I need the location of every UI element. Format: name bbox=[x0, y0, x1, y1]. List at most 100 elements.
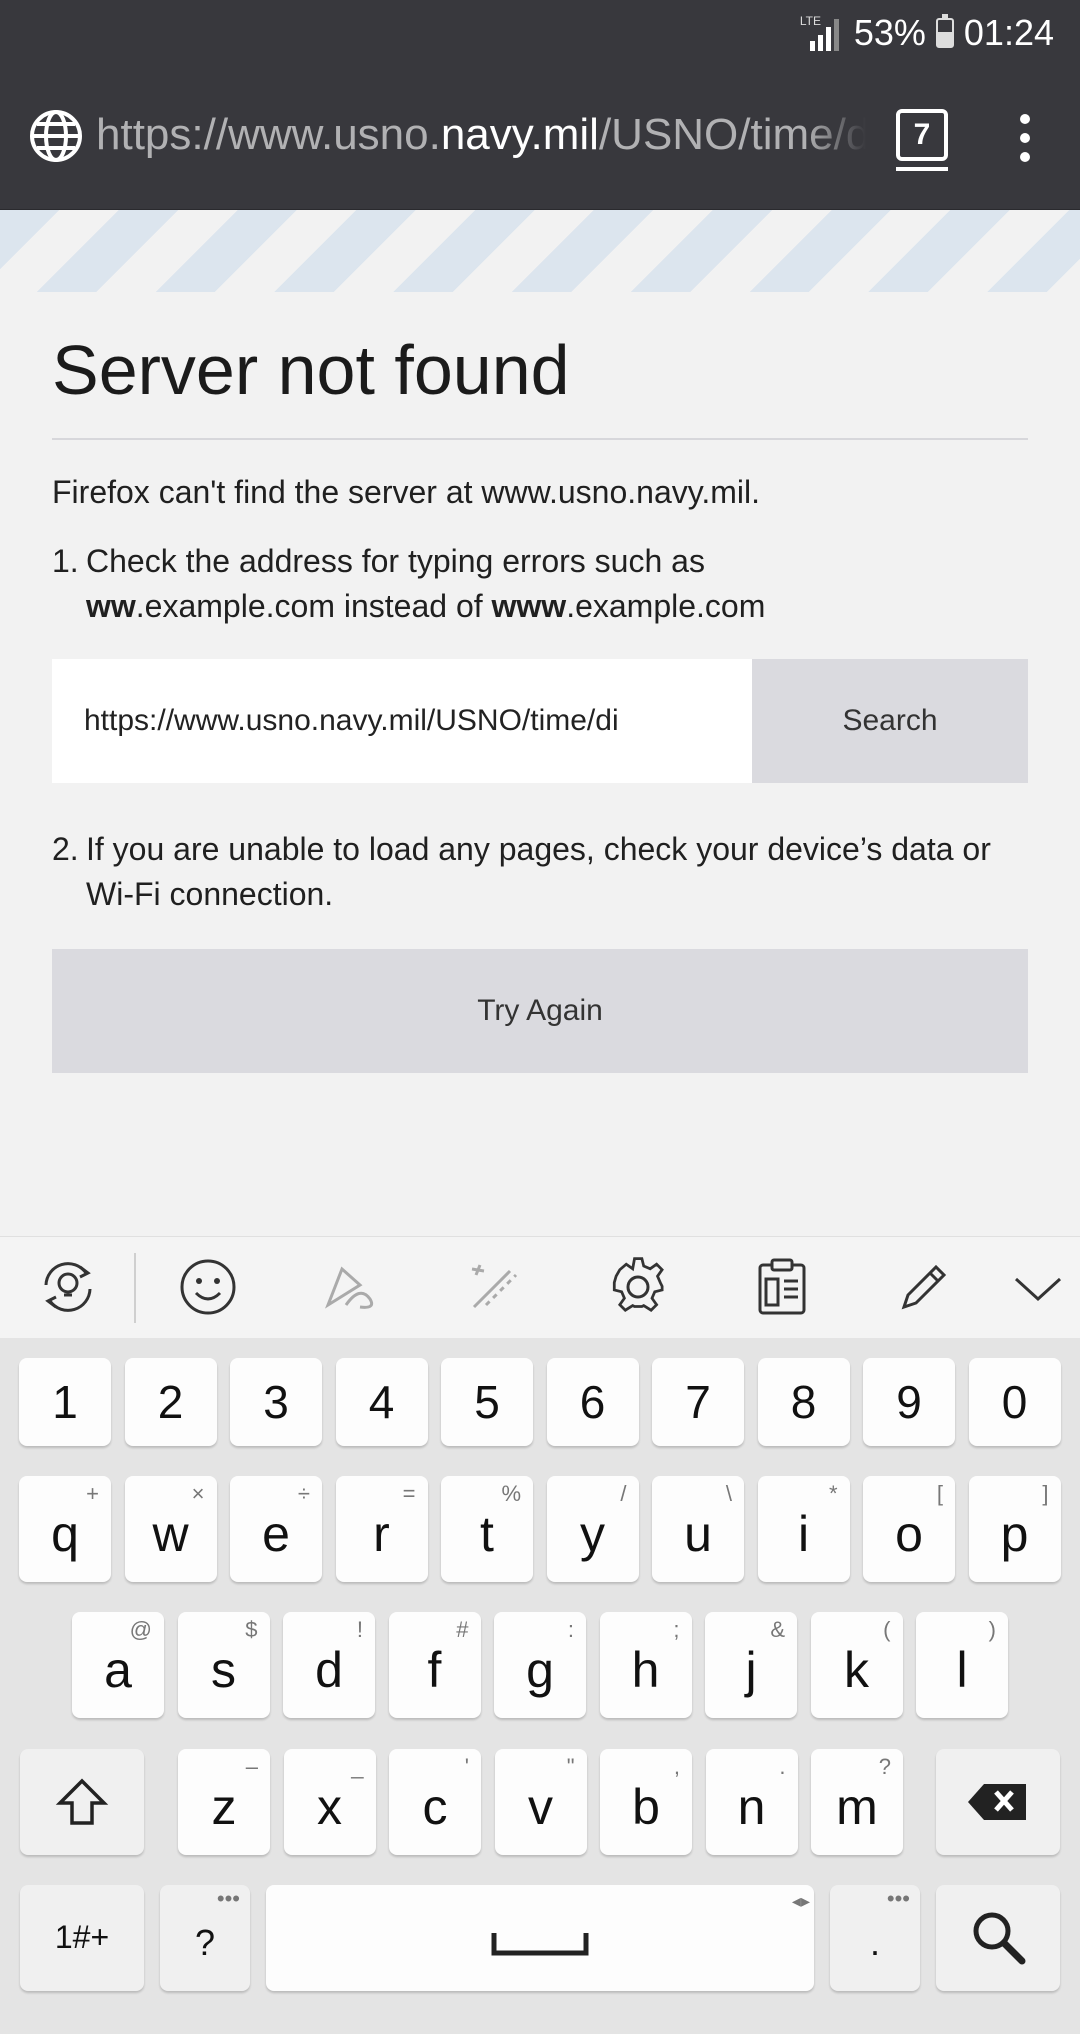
suggestion-1: 1. Check the address for typing errors s… bbox=[52, 539, 1028, 629]
key[interactable]: = r bbox=[335, 1476, 428, 1582]
key[interactable]: 5 bbox=[441, 1358, 533, 1446]
key-label: g bbox=[526, 1642, 554, 1698]
key-label: m bbox=[836, 1779, 878, 1835]
settings-icon[interactable] bbox=[606, 1255, 670, 1319]
backspace-icon bbox=[968, 1784, 1026, 1820]
key[interactable]: $ s bbox=[177, 1612, 270, 1718]
suggestion-text: Check the address for typing errors such… bbox=[86, 539, 765, 629]
key[interactable]: – z bbox=[178, 1749, 270, 1855]
key[interactable]: 4 bbox=[335, 1358, 428, 1446]
handwriting-icon[interactable] bbox=[320, 1255, 384, 1319]
search-input[interactable]: https://www.usno.navy.mil/USNO/time/di bbox=[52, 659, 752, 783]
key-label: x bbox=[317, 1779, 342, 1835]
key[interactable]: ; h bbox=[599, 1612, 692, 1718]
toolbar-separator bbox=[134, 1253, 136, 1323]
key-label: h bbox=[631, 1642, 660, 1698]
clipboard-icon[interactable] bbox=[750, 1255, 814, 1319]
key-label: i bbox=[797, 1506, 810, 1562]
status-indicators: LTE 53% 01:24 bbox=[800, 8, 1054, 58]
key[interactable]: ' c bbox=[389, 1749, 481, 1855]
key[interactable]: " v bbox=[494, 1749, 587, 1855]
search-key[interactable] bbox=[936, 1885, 1060, 1991]
suggestion-text-a: Check the address for typing errors such… bbox=[86, 543, 705, 579]
key-label: b bbox=[632, 1779, 660, 1835]
search-icon bbox=[973, 1912, 1026, 1965]
key[interactable]: ? m bbox=[811, 1749, 903, 1855]
key-label: 8 bbox=[790, 1376, 817, 1428]
key[interactable]: :g bbox=[494, 1612, 586, 1718]
browser-toolbar: https://www.usno.navy.mil/USNO/time/disp… bbox=[0, 64, 1080, 211]
more-dots: ••• bbox=[216, 1886, 240, 1911]
smart-tips-icon[interactable] bbox=[36, 1255, 100, 1319]
try-again-button[interactable]: Try Again bbox=[52, 949, 1028, 1073]
key-label: q bbox=[51, 1506, 79, 1562]
key[interactable]: (k bbox=[810, 1612, 903, 1718]
key-label: z bbox=[211, 1779, 237, 1835]
key-label: l bbox=[956, 1642, 968, 1698]
key[interactable]: \ u bbox=[652, 1476, 744, 1582]
space-bar-icon bbox=[491, 1933, 589, 1956]
key[interactable]: % t bbox=[441, 1476, 533, 1582]
more-dots: ••• bbox=[886, 1886, 910, 1911]
key[interactable]: / y bbox=[546, 1476, 639, 1582]
battery-icon bbox=[935, 14, 954, 48]
clock: 01:24 bbox=[963, 12, 1054, 53]
key-label: 4 bbox=[368, 1376, 395, 1428]
question-key[interactable]: ••• ? bbox=[160, 1885, 250, 1991]
key[interactable]: ! d bbox=[283, 1612, 375, 1718]
key[interactable]: _ x bbox=[283, 1749, 376, 1855]
key[interactable]: 7 bbox=[652, 1358, 744, 1446]
search-button[interactable]: Search bbox=[752, 659, 1028, 783]
globe-icon[interactable] bbox=[28, 108, 84, 164]
key-label: s bbox=[211, 1642, 236, 1698]
suggestion-number: 2. bbox=[52, 831, 79, 867]
key-label: j bbox=[745, 1642, 757, 1698]
overflow-menu-icon[interactable] bbox=[1010, 110, 1040, 166]
key-label: e bbox=[262, 1506, 290, 1562]
edit-icon[interactable] bbox=[892, 1255, 956, 1319]
key[interactable]: ,b bbox=[600, 1749, 692, 1855]
key[interactable]: @ a bbox=[72, 1612, 164, 1718]
key[interactable]: # f bbox=[388, 1612, 481, 1718]
url-host: navy.mil bbox=[440, 110, 599, 159]
key-label: w bbox=[152, 1506, 189, 1562]
magic-pen-icon[interactable] bbox=[464, 1255, 528, 1319]
key[interactable]: .n bbox=[705, 1749, 798, 1855]
collapse-icon[interactable] bbox=[1006, 1255, 1070, 1319]
key[interactable]: 9 bbox=[863, 1358, 955, 1446]
error-page: Server not found Firefox can't find the … bbox=[52, 292, 1028, 1073]
key-label: v bbox=[528, 1779, 553, 1835]
key[interactable]: + q bbox=[19, 1476, 111, 1582]
shift-key[interactable] bbox=[20, 1749, 144, 1855]
question-key-label: ? bbox=[194, 1922, 216, 1963]
key[interactable]: ÷ e bbox=[230, 1476, 322, 1582]
period-key[interactable]: ••• . bbox=[830, 1885, 920, 1991]
key[interactable]: 8 bbox=[757, 1358, 850, 1446]
space-key[interactable]: ◂▸ bbox=[266, 1885, 814, 1991]
key[interactable]: 6 bbox=[546, 1358, 639, 1446]
key-label: f bbox=[427, 1642, 442, 1698]
key[interactable]: × w bbox=[124, 1476, 217, 1582]
emoji-icon[interactable] bbox=[176, 1255, 240, 1319]
key[interactable]: 0 bbox=[968, 1358, 1061, 1446]
keyboard-toolbar bbox=[0, 1236, 1080, 1339]
suggestion-text-b: .example.com instead of bbox=[135, 588, 483, 624]
key[interactable]: [o bbox=[863, 1476, 955, 1582]
backspace-key[interactable] bbox=[936, 1749, 1060, 1855]
key[interactable]: & j bbox=[705, 1612, 797, 1718]
error-banner-stripes bbox=[0, 210, 1080, 292]
key[interactable]: ] p bbox=[968, 1476, 1061, 1582]
url-field[interactable]: https://www.usno.navy.mil/USNO/time/disp… bbox=[96, 102, 866, 168]
key-label: p bbox=[1000, 1506, 1029, 1562]
key-label: 3 bbox=[263, 1376, 289, 1428]
symbols-key[interactable]: 1#+ bbox=[20, 1885, 144, 1991]
key[interactable]: 1 bbox=[19, 1358, 111, 1446]
key-label: d bbox=[315, 1642, 343, 1698]
key[interactable]: * i bbox=[757, 1476, 850, 1582]
tabs-button[interactable]: 7 bbox=[896, 109, 948, 171]
symbols-key-label: 1#+ bbox=[54, 1919, 110, 1955]
key-label: k bbox=[844, 1642, 869, 1698]
key[interactable]: ) l bbox=[916, 1612, 1008, 1718]
key[interactable]: 2 bbox=[124, 1358, 217, 1446]
key[interactable]: 3 bbox=[230, 1358, 322, 1446]
